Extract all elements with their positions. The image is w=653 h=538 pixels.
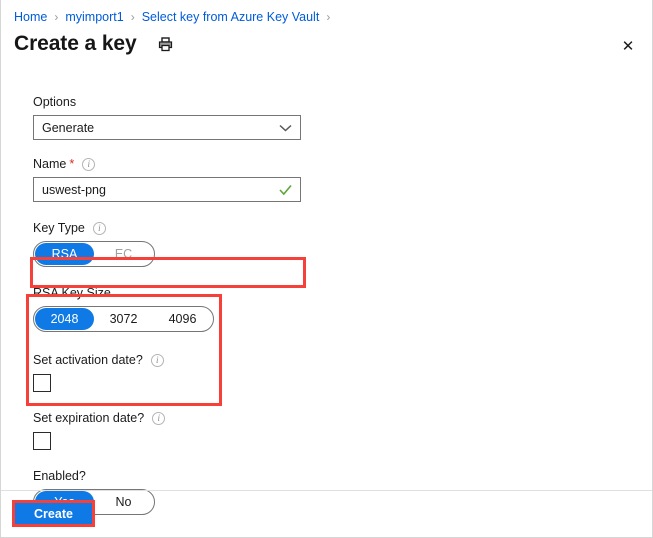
- close-icon[interactable]: ✕: [618, 36, 638, 56]
- create-key-blade: Home › myimport1 › Select key from Azure…: [0, 0, 653, 538]
- create-key-form: Options Generate Name * i uswest-png Key…: [26, 94, 353, 515]
- rsa-key-size-label: RSA Key Size: [33, 286, 111, 300]
- printer-icon[interactable]: [155, 33, 177, 55]
- set-expiration-date-label: Set expiration date?: [33, 411, 145, 425]
- name-field: Name * i uswest-png: [33, 156, 353, 202]
- page-title: Create a key: [14, 32, 137, 55]
- set-activation-date-label: Set activation date?: [33, 353, 143, 367]
- rsa-key-size-option-4096[interactable]: 4096: [153, 308, 212, 330]
- key-type-option-ec[interactable]: EC: [94, 243, 153, 265]
- breadcrumb-separator-icon: ›: [130, 10, 135, 24]
- breadcrumb-item-select-key[interactable]: Select key from Azure Key Vault: [142, 9, 320, 25]
- breadcrumb-separator-icon: ›: [326, 10, 331, 24]
- set-activation-date-checkbox[interactable]: [33, 374, 51, 392]
- set-expiration-date-checkbox[interactable]: [33, 432, 51, 450]
- set-activation-date-label-row: Set activation date? i: [33, 352, 353, 368]
- name-input[interactable]: uswest-png: [33, 177, 301, 202]
- checkmark-icon: [279, 184, 292, 195]
- footer-divider: [1, 490, 652, 491]
- create-button[interactable]: Create: [15, 503, 92, 524]
- key-type-option-rsa[interactable]: RSA: [35, 243, 94, 265]
- rsa-key-size-option-2048[interactable]: 2048: [35, 308, 94, 330]
- breadcrumb-item-myimport1[interactable]: myimport1: [65, 9, 123, 25]
- breadcrumb-item-home[interactable]: Home: [14, 9, 47, 25]
- key-type-toggle[interactable]: RSA EC: [33, 241, 155, 267]
- required-marker: *: [69, 157, 75, 171]
- info-icon[interactable]: i: [92, 221, 106, 235]
- set-expiration-date-field: Set expiration date? i: [33, 410, 353, 450]
- enabled-label-row: Enabled?: [33, 468, 353, 484]
- name-input-value: uswest-png: [42, 182, 106, 197]
- key-type-label: Key Type: [33, 221, 85, 235]
- info-icon[interactable]: i: [82, 157, 96, 171]
- options-select[interactable]: Generate: [33, 115, 301, 140]
- breadcrumb-separator-icon: ›: [54, 10, 59, 24]
- options-label-row: Options: [33, 94, 353, 110]
- rsa-key-size-toggle[interactable]: 2048 3072 4096: [33, 306, 214, 332]
- options-label: Options: [33, 95, 77, 109]
- name-label: Name: [33, 157, 67, 171]
- set-activation-date-field: Set activation date? i: [33, 352, 353, 392]
- rsa-key-size-option-3072[interactable]: 3072: [94, 308, 153, 330]
- name-label-row: Name * i: [33, 156, 353, 172]
- info-icon[interactable]: i: [150, 353, 164, 367]
- set-expiration-date-label-row: Set expiration date? i: [33, 410, 353, 426]
- chevron-down-icon: [279, 124, 292, 132]
- info-icon[interactable]: i: [152, 411, 166, 425]
- title-row: Create a key: [14, 31, 177, 57]
- key-type-label-row: Key Type i: [33, 220, 353, 236]
- enabled-label: Enabled?: [33, 469, 86, 483]
- create-button-wrapper: Create: [12, 500, 95, 527]
- breadcrumb: Home › myimport1 › Select key from Azure…: [14, 9, 337, 25]
- rsa-key-size-field: RSA Key Size 2048 3072 4096: [33, 285, 353, 332]
- enabled-option-no[interactable]: No: [94, 491, 153, 513]
- options-field: Options Generate: [33, 94, 353, 140]
- key-type-field: Key Type i RSA EC: [33, 220, 353, 267]
- rsa-key-size-label-row: RSA Key Size: [33, 285, 353, 301]
- options-selected-value: Generate: [42, 120, 95, 135]
